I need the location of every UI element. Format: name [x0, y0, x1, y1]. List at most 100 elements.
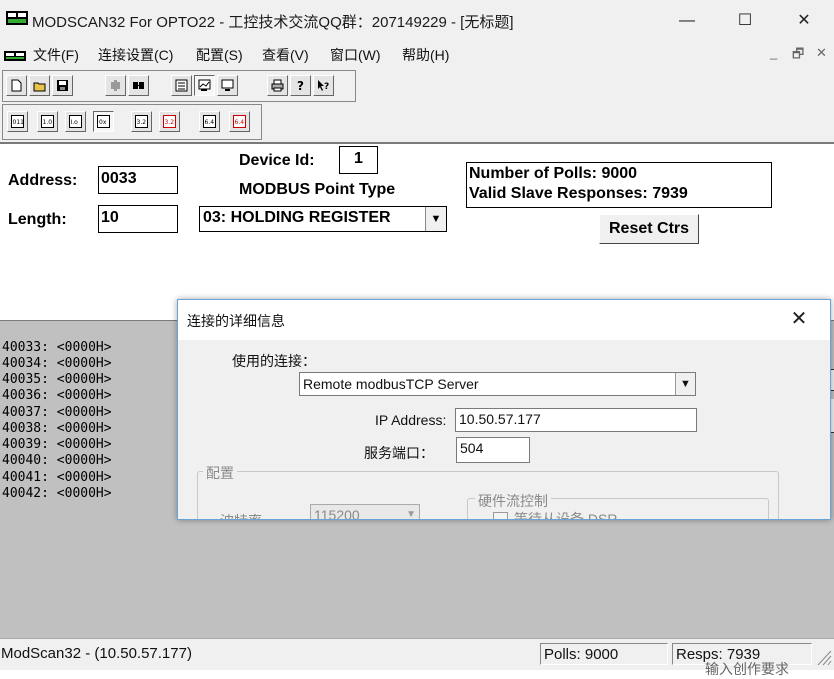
connect-icon	[111, 80, 120, 91]
chart-icon	[198, 79, 211, 91]
length-label: Length:	[8, 211, 67, 228]
svg-text:3.2: 3.2	[137, 119, 147, 126]
menu-help[interactable]: 帮助(H)	[402, 45, 449, 65]
connection-label: 使用的连接：	[232, 353, 316, 369]
format-swapped-float-button[interactable]: 3.2	[159, 111, 180, 132]
float-format-icon: 3.2	[135, 115, 148, 128]
svg-text:0x: 0x	[99, 119, 107, 126]
dialog-title: 连接的详细信息	[187, 313, 285, 329]
reset-counters-button[interactable]: Reset Ctrs	[599, 214, 699, 244]
register-row: 40040: <0000H>	[2, 453, 112, 468]
menu-connection[interactable]: 连接设置(C)	[98, 45, 173, 65]
close-button[interactable]: ✕	[781, 0, 827, 42]
open-button[interactable]	[29, 75, 50, 96]
connect-button[interactable]	[105, 75, 126, 96]
scan-settings-panel: Address: 0033 Length: 10 Device Id: 1 MO…	[0, 142, 834, 322]
printer-icon	[271, 79, 284, 92]
status-bar: ModScan32 - (10.50.57.177) Polls: 9000 R…	[0, 638, 834, 677]
config-group-label: 配置	[203, 463, 237, 483]
window-title: MODSCAN32 For OPTO22 - 工控技术交流QQ群：2071492…	[32, 14, 514, 31]
toolbar-area: ? ? 011 1.0 I.o 0x 3.2 3.2 6.4 6.4	[0, 66, 834, 142]
poll-stats-box: Number of Polls: 9000 Valid Slave Respon…	[466, 162, 772, 208]
title-bar: MODSCAN32 For OPTO22 - 工控技术交流QQ群：2071492…	[0, 0, 834, 42]
disconnect-button[interactable]	[128, 75, 149, 96]
menu-view[interactable]: 查看(V)	[262, 45, 309, 65]
app-icon	[6, 11, 28, 25]
point-type-select[interactable]: 03: HOLDING REGISTER ▼	[199, 206, 447, 232]
svg-text:?: ?	[297, 79, 304, 92]
format-hex-button[interactable]: 0x	[93, 111, 114, 132]
swapped-double-format-icon: 6.4	[233, 115, 246, 128]
context-help-button[interactable]: ?	[313, 75, 334, 96]
register-row: 40036: <0000H>	[2, 388, 112, 403]
dialog-close-button[interactable]: ✕	[784, 306, 814, 331]
register-row: 40033: <0000H>	[2, 340, 112, 355]
service-port-input[interactable]: 504	[456, 437, 530, 463]
resize-grip-icon[interactable]	[816, 649, 832, 667]
chevron-down-icon[interactable]: ▼	[675, 373, 695, 395]
menu-window[interactable]: 窗口(W)	[330, 45, 381, 65]
format-float-button[interactable]: 3.2	[131, 111, 152, 132]
device-id-label: Device Id:	[239, 152, 315, 169]
register-row: 40038: <0000H>	[2, 421, 112, 436]
dsr-label: 等待从设备 DSR	[514, 511, 618, 520]
svg-text:011: 011	[13, 119, 25, 126]
context-help-icon: ?	[318, 80, 329, 92]
point-type-label: MODBUS Point Type	[239, 181, 396, 198]
svg-text:6.4: 6.4	[235, 119, 245, 126]
chevron-down-icon: ▼	[406, 509, 416, 520]
register-row: 40042: <0000H>	[2, 486, 112, 501]
format-swapped-double-button[interactable]: 6.4	[229, 111, 250, 132]
ip-address-label: IP Address:	[375, 412, 447, 428]
help-question-icon: ?	[297, 79, 304, 92]
maximize-button[interactable]: ☐	[722, 0, 768, 42]
register-row: 40041: <0000H>	[2, 470, 112, 485]
point-type-value: 03: HOLDING REGISTER	[203, 209, 391, 226]
dsr-checkbox[interactable]	[493, 512, 508, 519]
new-button[interactable]	[6, 75, 27, 96]
mdi-minimize-button[interactable]: _	[770, 45, 777, 60]
svg-text:I.o: I.o	[71, 119, 79, 126]
save-button[interactable]	[52, 75, 73, 96]
ip-address-input[interactable]: 10.50.57.177	[455, 408, 697, 432]
format-double-button[interactable]: 6.4	[199, 111, 220, 132]
svg-text:6.4: 6.4	[205, 119, 215, 126]
address-input[interactable]: 0033	[98, 166, 178, 194]
svg-text:1.0: 1.0	[43, 119, 53, 126]
length-input[interactable]: 10	[98, 205, 178, 233]
minimize-button[interactable]: —	[664, 0, 710, 42]
device-id-input[interactable]: 1	[339, 146, 378, 174]
print-button[interactable]	[267, 75, 288, 96]
display-options-button[interactable]	[194, 75, 215, 96]
hardware-flow-label: 硬件流控制	[475, 491, 551, 511]
register-row: 40039: <0000H>	[2, 437, 112, 452]
baud-rate-select[interactable]: 115200 ▼	[310, 504, 420, 520]
connection-details-dialog: 连接的详细信息 ✕ 使用的连接： Remote modbusTCP Server…	[177, 299, 831, 520]
integer-format-icon: I.o	[69, 115, 82, 128]
reset-counters-label: Reset Ctrs	[608, 220, 690, 237]
save-disk-icon	[57, 80, 68, 91]
mdi-close-button[interactable]: ✕	[816, 45, 827, 61]
baud-rate-label: 波特率	[220, 511, 262, 519]
register-row: 40037: <0000H>	[2, 405, 112, 420]
status-polls-panel: Polls: 9000	[540, 643, 668, 665]
format-integer-button[interactable]: I.o	[65, 111, 86, 132]
svg-text:3.2: 3.2	[165, 119, 175, 126]
register-row: 40035: <0000H>	[2, 372, 112, 387]
menu-file[interactable]: 文件(F)	[33, 45, 79, 65]
format-decimal-button[interactable]: 1.0	[37, 111, 58, 132]
connection-value: Remote modbusTCP Server	[303, 376, 479, 392]
mdi-restore-button[interactable]: 🗗	[792, 45, 804, 67]
format-binary-button[interactable]: 011	[7, 111, 28, 132]
data-definition-button[interactable]	[171, 75, 192, 96]
help-button[interactable]: ?	[290, 75, 311, 96]
new-file-icon	[11, 79, 22, 92]
connection-select[interactable]: Remote modbusTCP Server ▼	[299, 372, 696, 396]
chevron-down-icon[interactable]: ▼	[425, 207, 446, 231]
overlay-prompt-text: 输入创作要求	[705, 661, 789, 677]
monitor-icon	[221, 79, 234, 91]
monitor-button[interactable]	[217, 75, 238, 96]
main-toolbar: ? ?	[2, 70, 356, 102]
register-row: 40034: <0000H>	[2, 356, 112, 371]
menu-setup[interactable]: 配置(S)	[196, 45, 243, 65]
